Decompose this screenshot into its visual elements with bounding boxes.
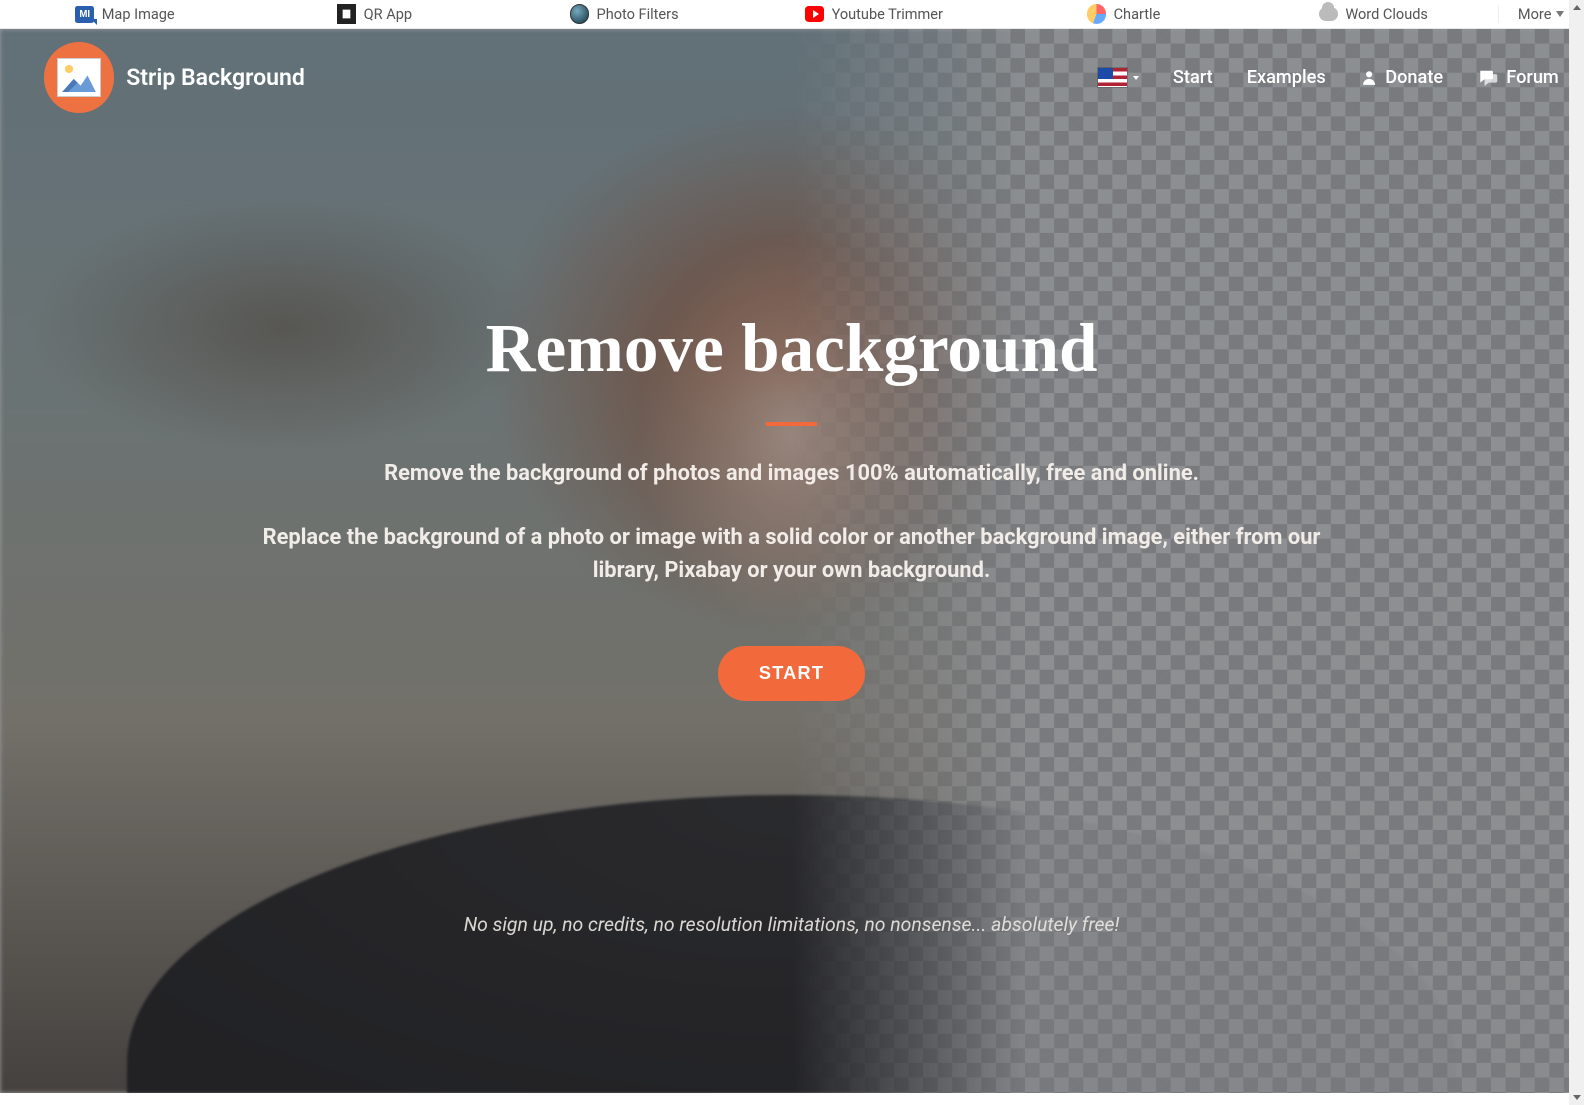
- donate-icon: [1360, 69, 1378, 87]
- topnav-label: Map Image: [102, 5, 175, 23]
- topnav-label: Word Clouds: [1345, 5, 1428, 23]
- language-selector[interactable]: [1097, 67, 1139, 88]
- scroll-down-arrow[interactable]: [1569, 1090, 1584, 1105]
- top-nav-bar: MI Map Image QR App Photo Filters Youtub…: [0, 0, 1583, 29]
- map-image-icon: MI: [75, 4, 94, 23]
- hero-footnote: No sign up, no credits, no resolution li…: [464, 913, 1120, 936]
- topnav-chartle[interactable]: Chartle: [999, 4, 1249, 23]
- topnav-label: Youtube Trimmer: [832, 5, 943, 23]
- topnav-map-image[interactable]: MI Map Image: [0, 4, 250, 23]
- youtube-icon: [805, 4, 824, 23]
- page-title: Remove background: [486, 308, 1098, 388]
- cloud-icon: [1319, 4, 1338, 23]
- photo-icon: [57, 58, 101, 97]
- hero-section: Strip Background Start Examples Donate F…: [0, 29, 1583, 1092]
- topnav-label: Photo Filters: [597, 5, 679, 23]
- nav-examples[interactable]: Examples: [1247, 67, 1326, 88]
- start-button[interactable]: START: [718, 646, 866, 701]
- caret-down-icon: [1556, 11, 1564, 17]
- hero-content: Remove background Remove the background …: [0, 29, 1583, 1092]
- topnav-youtube-trimmer[interactable]: Youtube Trimmer: [749, 4, 999, 23]
- topnav-photo-filters[interactable]: Photo Filters: [499, 4, 749, 23]
- chevron-down-icon: [1133, 76, 1139, 80]
- site-header: Strip Background Start Examples Donate F…: [0, 29, 1583, 126]
- nav-donate[interactable]: Donate: [1360, 67, 1443, 88]
- topnav-word-clouds[interactable]: Word Clouds: [1248, 4, 1498, 23]
- topnav-label: QR App: [364, 5, 412, 23]
- hero-subtitle-2: Replace the background of a photo or ima…: [233, 522, 1350, 588]
- topnav-label: Chartle: [1114, 5, 1161, 23]
- flag-us-icon: [1097, 67, 1129, 88]
- brand-name[interactable]: Strip Background: [126, 64, 305, 91]
- main-nav: Start Examples Donate Forum: [1097, 67, 1559, 88]
- nav-start[interactable]: Start: [1173, 67, 1213, 88]
- scroll-up-arrow[interactable]: [1569, 0, 1584, 15]
- chartle-icon: [1087, 4, 1106, 23]
- accent-divider: [766, 422, 817, 426]
- logo[interactable]: [44, 42, 114, 112]
- hero-subtitle-1: Remove the background of photos and imag…: [384, 458, 1199, 491]
- topnav-qr-app[interactable]: QR App: [250, 4, 500, 23]
- window-scrollbar[interactable]: [1569, 0, 1584, 1105]
- globe-icon: [570, 4, 589, 23]
- forum-icon: [1477, 69, 1499, 86]
- qr-icon: [337, 4, 356, 23]
- more-label: More: [1518, 5, 1552, 23]
- nav-forum[interactable]: Forum: [1477, 67, 1559, 88]
